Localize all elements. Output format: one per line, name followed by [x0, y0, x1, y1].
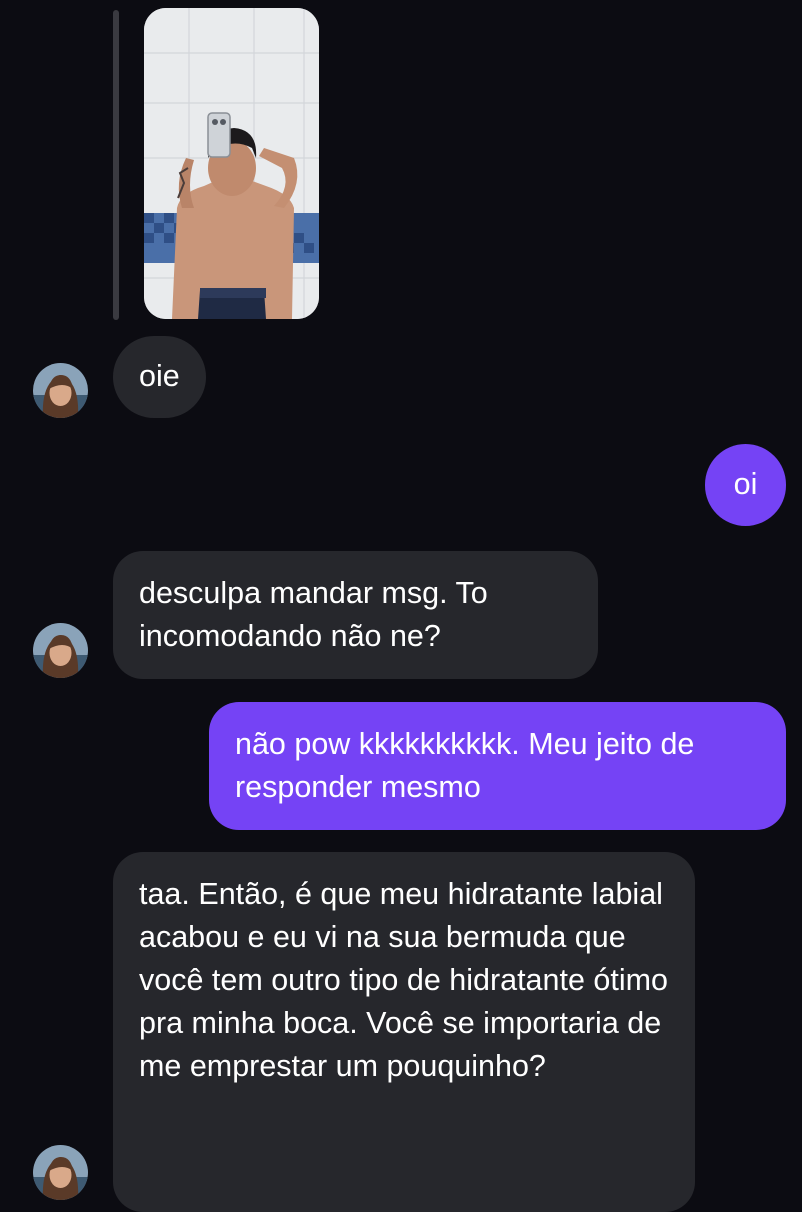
message-text: desculpa mandar msg. To incomodando não … — [139, 576, 488, 653]
message-bubble-outgoing[interactable]: oi — [705, 444, 786, 526]
message-text: oi — [733, 467, 758, 501]
message-text: taa. Então, é que meu hidratante labial … — [139, 877, 668, 1083]
avatar[interactable] — [33, 363, 88, 418]
shared-photo[interactable] — [144, 8, 319, 319]
profile-avatar-image — [33, 363, 88, 418]
message-bubble-incoming[interactable]: taa. Então, é que meu hidratante labial … — [113, 852, 695, 1212]
avatar[interactable] — [33, 1145, 88, 1200]
message-bubble-incoming[interactable]: oie — [113, 336, 206, 418]
photo-image — [144, 8, 319, 319]
reply-indicator-bar — [113, 10, 119, 320]
message-bubble-outgoing[interactable]: não pow kkkkkkkkkk. Meu jeito de respond… — [209, 702, 786, 830]
profile-avatar-image — [33, 1145, 88, 1200]
avatar[interactable] — [33, 623, 88, 678]
message-text: oie — [139, 359, 180, 393]
message-bubble-incoming[interactable]: desculpa mandar msg. To incomodando não … — [113, 551, 598, 679]
message-text: não pow kkkkkkkkkk. Meu jeito de respond… — [235, 727, 695, 804]
profile-avatar-image — [33, 623, 88, 678]
